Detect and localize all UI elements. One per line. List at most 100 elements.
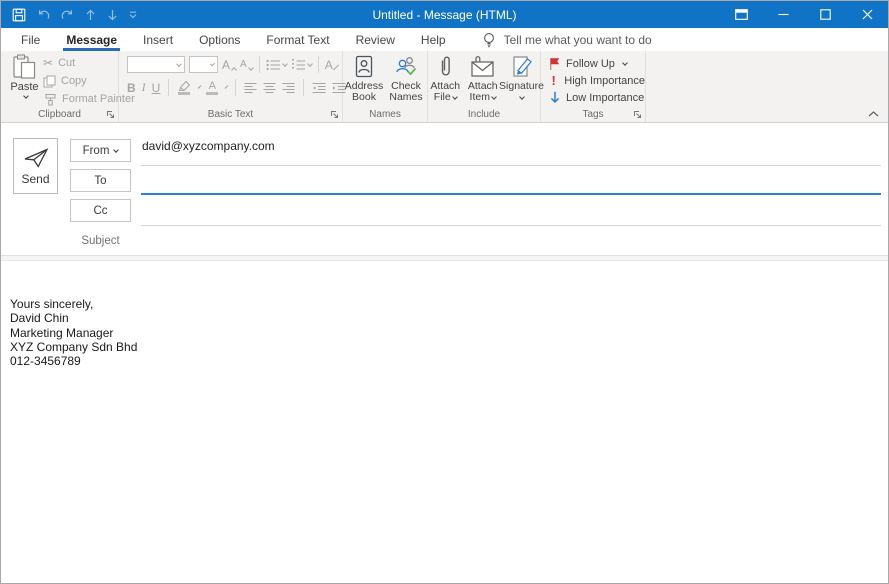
italic-button[interactable]: I	[142, 80, 146, 95]
clear-formatting-icon: A	[325, 59, 333, 71]
move-down-icon[interactable]	[107, 9, 118, 21]
highlight-icon	[177, 80, 191, 91]
message-body-editor[interactable]: Yours sincerely, David Chin Marketing Ma…	[1, 261, 888, 583]
decrease-indent-icon	[312, 82, 326, 94]
check-names-label: Check Names	[386, 81, 426, 103]
font-color-dropdown-icon[interactable]	[225, 85, 229, 89]
basic-text-dialog-launcher-icon[interactable]	[330, 110, 339, 119]
font-name-combo[interactable]	[127, 56, 185, 73]
attach-file-button[interactable]: Attach File	[428, 55, 463, 106]
cc-button[interactable]: Cc	[70, 199, 131, 222]
customize-qat-icon[interactable]	[129, 11, 137, 19]
signature-icon	[511, 55, 533, 78]
maximize-icon[interactable]	[804, 1, 846, 28]
low-importance-button[interactable]: Low Importance	[549, 89, 645, 106]
close-icon[interactable]	[846, 1, 888, 28]
tags-dialog-launcher-icon[interactable]	[633, 110, 642, 119]
follow-up-button[interactable]: Follow Up	[549, 55, 645, 72]
subject-field[interactable]	[141, 229, 881, 255]
align-left-button[interactable]	[244, 82, 257, 94]
font-size-dropdown-icon	[210, 61, 215, 66]
shrink-font-icon: A	[240, 59, 247, 71]
check-names-icon	[394, 55, 418, 78]
bullets-icon	[266, 59, 281, 71]
address-book-button[interactable]: Address Book	[344, 55, 384, 106]
separator	[303, 79, 304, 96]
attach-item-button[interactable]: Attach Item	[465, 55, 501, 106]
check-names-button[interactable]: Check Names	[386, 55, 426, 106]
tab-insert[interactable]: Insert	[130, 28, 186, 51]
send-button[interactable]: Send	[13, 138, 58, 194]
cc-field[interactable]	[141, 199, 881, 225]
paste-clipboard-icon	[13, 54, 36, 79]
separator	[235, 79, 236, 96]
undo-icon[interactable]	[37, 9, 50, 21]
tab-file[interactable]: File	[8, 28, 53, 51]
numbering-button[interactable]	[291, 59, 312, 71]
font-name-input[interactable]	[131, 59, 175, 70]
highlight-button[interactable]	[177, 80, 191, 95]
scissors-icon: ✂	[43, 56, 53, 70]
tab-message[interactable]: Message	[53, 28, 130, 51]
title-bar: Untitled - Message (HTML)	[1, 1, 888, 28]
follow-up-label: Follow Up	[566, 58, 615, 70]
attach-item-label: Attach Item	[465, 81, 501, 103]
highlight-dropdown-icon[interactable]	[198, 85, 202, 89]
signature-line: Marketing Manager	[10, 326, 880, 340]
ribbon-display-options-icon[interactable]	[720, 1, 762, 28]
align-center-button[interactable]	[263, 82, 276, 94]
underline-button[interactable]: U	[152, 81, 161, 95]
paste-label: Paste	[10, 81, 38, 93]
align-center-icon	[263, 82, 276, 94]
minimize-icon[interactable]	[762, 1, 804, 28]
subject-label: Subject	[70, 235, 131, 247]
format-painter-icon	[43, 93, 57, 106]
high-importance-label: High Importance	[564, 75, 645, 87]
save-icon[interactable]	[12, 8, 26, 22]
align-right-button[interactable]	[282, 82, 295, 94]
numbering-icon	[291, 59, 306, 71]
collapse-ribbon-icon[interactable]	[868, 111, 879, 117]
font-size-input[interactable]	[193, 59, 209, 70]
to-button[interactable]: To	[70, 169, 131, 192]
tab-help[interactable]: Help	[408, 28, 459, 51]
grow-font-button[interactable]: A	[222, 59, 236, 71]
signature-label: Signature	[499, 81, 544, 103]
tags-group: Follow Up ! High Importance Low Importan…	[541, 51, 646, 122]
window-controls	[720, 1, 888, 28]
address-book-label: Address Book	[344, 81, 384, 103]
tab-format-text[interactable]: Format Text	[253, 28, 342, 51]
bold-button[interactable]: B	[127, 81, 136, 95]
move-up-icon[interactable]	[85, 9, 96, 21]
font-color-button[interactable]: A	[206, 81, 218, 95]
signature-button[interactable]: Signature	[503, 55, 540, 106]
clipboard-group-label: Clipboard	[38, 109, 81, 120]
high-importance-button[interactable]: ! High Importance	[549, 72, 645, 89]
clear-formatting-button[interactable]: A	[325, 59, 339, 71]
separator	[259, 56, 260, 73]
send-label: Send	[21, 172, 49, 186]
font-size-combo[interactable]	[189, 56, 218, 73]
names-group-label: Names	[369, 109, 401, 120]
shrink-font-button[interactable]: A	[240, 59, 253, 71]
clipboard-dialog-launcher-icon[interactable]	[106, 110, 115, 119]
ribbon-tab-bar: File Message Insert Options Format Text …	[1, 28, 888, 51]
outlook-message-window: Untitled - Message (HTML) File Message I…	[0, 0, 889, 584]
include-group: Attach File Attach Item	[428, 51, 541, 122]
decrease-indent-button[interactable]	[312, 82, 326, 94]
quick-access-toolbar	[1, 8, 137, 22]
from-field[interactable]	[141, 139, 881, 165]
from-button[interactable]: From	[70, 139, 131, 162]
signature-line: XYZ Company Sdn Bhd	[10, 340, 880, 354]
tell-me-box[interactable]: Tell me what you want to do	[483, 28, 652, 51]
redo-icon[interactable]	[61, 9, 74, 21]
ribbon: Paste ✂ Cut Copy	[1, 51, 888, 123]
from-label: From	[83, 145, 110, 157]
bullets-button[interactable]	[266, 59, 287, 71]
tab-options[interactable]: Options	[186, 28, 253, 51]
tab-review[interactable]: Review	[343, 28, 408, 51]
names-group: Address Book Check Names	[343, 51, 428, 122]
low-importance-label: Low Importance	[566, 92, 644, 104]
paste-button[interactable]: Paste	[8, 54, 41, 99]
to-field[interactable]	[141, 169, 881, 195]
